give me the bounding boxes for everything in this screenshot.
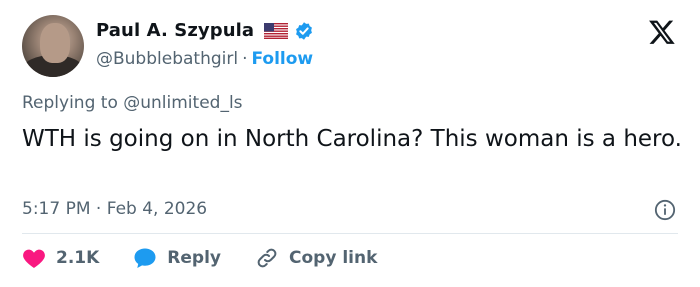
like-count: 2.1K [56,248,100,268]
verified-icon [296,21,313,40]
reply-button[interactable]: Reply [133,247,221,269]
heart-icon [23,249,45,268]
copy-link-button[interactable]: Copy link [255,246,377,270]
tweet-date: Feb 4, 2026 [106,199,208,219]
tweet-time: 5:17 PM [22,199,91,219]
author-name[interactable]: Paul A. Szypula [96,20,254,41]
avatar-face [40,23,70,63]
tweet-text: WTH is going on in North Carolina? This … [22,126,682,152]
reply-label: Reply [167,248,221,268]
info-icon[interactable] [654,199,676,221]
author-handle[interactable]: @Bubblebathgirl [96,49,238,69]
like-button[interactable]: 2.1K [22,247,99,269]
avatar[interactable] [22,15,84,77]
timestamp-separator: · [95,199,102,219]
link-icon [257,248,277,268]
x-logo-icon[interactable] [648,18,676,46]
us-flag-icon [264,22,289,39]
reply-bubble-icon [134,248,156,268]
replying-to: Replying to @unlimited_ls [22,93,243,113]
follow-button[interactable]: Follow [251,49,313,69]
author-name-row: Paul A. Szypula [96,20,314,41]
handle-separator: · [242,49,248,69]
author-handle-row: @Bubblebathgirl · Follow [96,49,313,69]
action-bar: 2.1K Reply Copy link [22,246,411,270]
replying-to-mention[interactable]: @unlimited_ls [123,93,242,113]
divider [22,233,678,234]
replying-to-prefix: Replying to [22,93,118,113]
copy-link-label: Copy link [289,248,378,268]
tweet-timestamp[interactable]: 5:17 PM · Feb 4, 2026 [22,199,207,219]
